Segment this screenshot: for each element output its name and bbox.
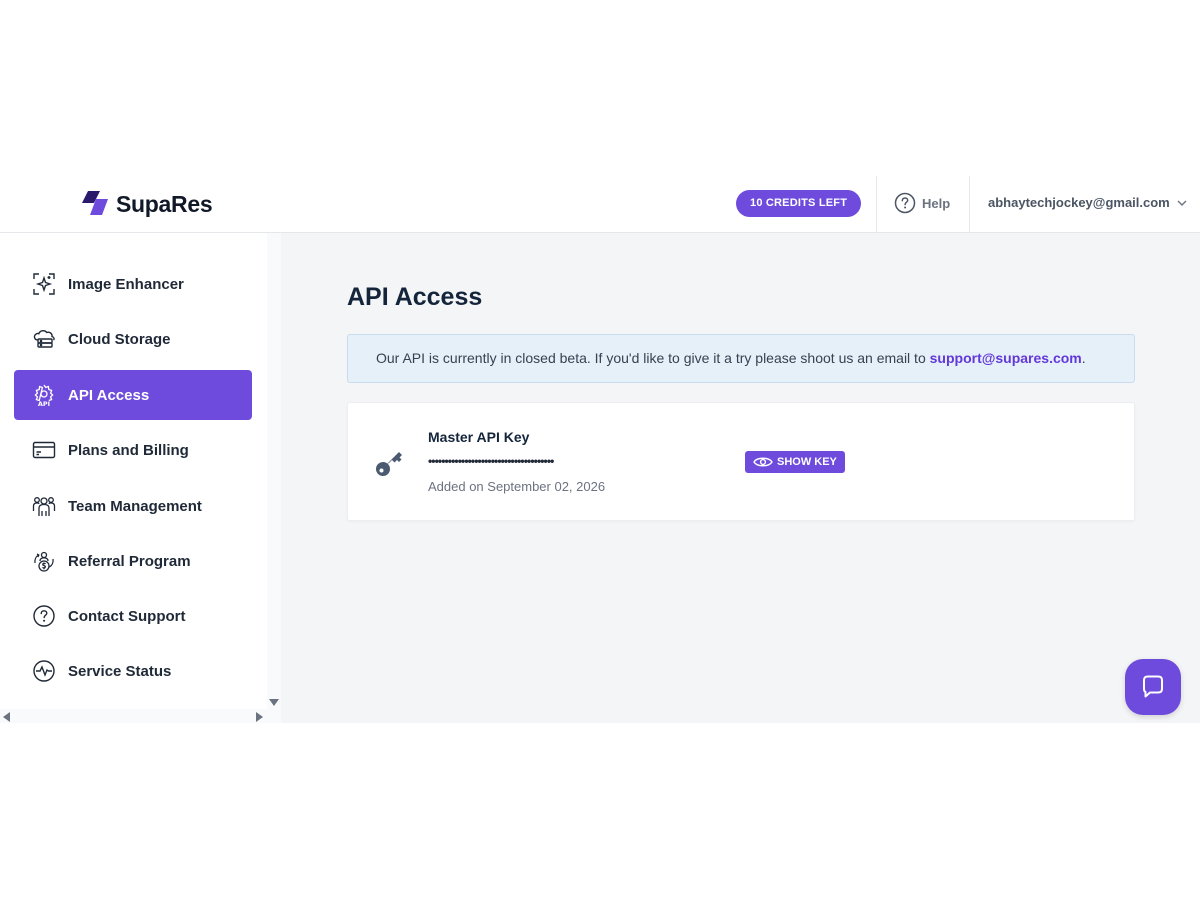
sidebar-item-referral-program[interactable]: Referral Program [14,536,252,586]
help-button[interactable]: Help [894,192,950,214]
banner-suffix: . [1081,350,1086,366]
sidebar-item-label: Referral Program [68,552,191,570]
scroll-left-arrow-icon[interactable] [3,712,10,722]
sidebar-item-label: Contact Support [68,607,186,625]
sidebar-vertical-scrollbar[interactable] [267,233,281,723]
sidebar-item-label: Plans and Billing [68,441,189,459]
cloud-storage-icon [32,327,56,351]
help-label: Help [922,195,951,211]
banner-text: Our API is currently in closed beta. If … [376,350,930,366]
sidebar-item-label: API Access [68,386,150,404]
sidebar-item-cloud-storage[interactable]: Cloud Storage [14,314,252,364]
page-title: API Access [347,283,483,311]
credits-badge[interactable]: 10 CREDITS LEFT [736,190,862,217]
supares-logo-icon [82,191,108,215]
sidebar-item-api-access[interactable]: API API Access [14,370,252,420]
sidebar-item-label: Cloud Storage [68,330,171,348]
chevron-down-icon [1177,200,1187,206]
api-key-title: Master API Key [428,429,530,445]
sidebar-item-plans-and-billing[interactable]: Plans and Billing [14,425,252,475]
chat-support-button[interactable] [1125,659,1181,715]
brand-name: SupaRes [116,190,213,217]
beta-notice-banner: Our API is currently in closed beta. If … [347,334,1135,383]
show-key-label: SHOW KEY [777,456,837,468]
sidebar-item-label: Image Enhancer [68,275,184,293]
api-gear-icon: API [32,383,56,407]
sparkle-frame-icon [32,272,56,296]
pulse-icon [32,659,56,683]
top-header: SupaRes 10 CREDITS LEFT Help abhaytechjo… [0,176,1200,233]
header-divider [969,176,970,233]
sidebar-item-team-management[interactable]: Team Management [14,481,252,531]
sidebar-item-label: Team Management [68,497,202,515]
brand-logo[interactable]: SupaRes [80,189,213,219]
credit-card-icon [32,438,56,462]
show-key-button[interactable]: SHOW KEY [745,451,845,473]
scroll-down-arrow-icon[interactable] [269,699,279,706]
main-content: API Access Our API is currently in close… [281,233,1200,723]
sidebar-horizontal-scrollbar[interactable] [0,709,267,723]
sidebar: Image Enhancer Cloud Storage API API Acc… [0,233,267,723]
header-divider [876,176,877,233]
question-circle-icon [894,192,916,214]
scroll-right-arrow-icon[interactable] [256,712,263,722]
chat-bubble-icon [1143,675,1163,698]
key-icon [376,452,402,476]
api-key-added-date: Added on September 02, 2026 [428,479,606,494]
api-key-masked-value: •••••••••••••••••••••••••••••••••••••• [428,454,554,468]
api-key-card: Master API Key •••••••••••••••••••••••••… [347,402,1135,521]
user-email: abhaytechjockey@gmail.com [988,195,1170,210]
user-menu[interactable]: abhaytechjockey@gmail.com [988,195,1188,210]
question-circle-icon [32,604,56,628]
sidebar-item-contact-support[interactable]: Contact Support [14,591,252,641]
sidebar-item-service-status[interactable]: Service Status [14,646,252,696]
sidebar-item-label: Service Status [68,662,172,680]
svg-text:API: API [38,400,50,407]
app-window: SupaRes 10 CREDITS LEFT Help abhaytechjo… [0,176,1200,723]
referral-icon [32,549,56,573]
sidebar-item-image-enhancer[interactable]: Image Enhancer [14,259,252,309]
support-email-link[interactable]: support@supares.com [930,350,1082,366]
team-icon [32,494,56,518]
eye-icon [753,457,773,467]
